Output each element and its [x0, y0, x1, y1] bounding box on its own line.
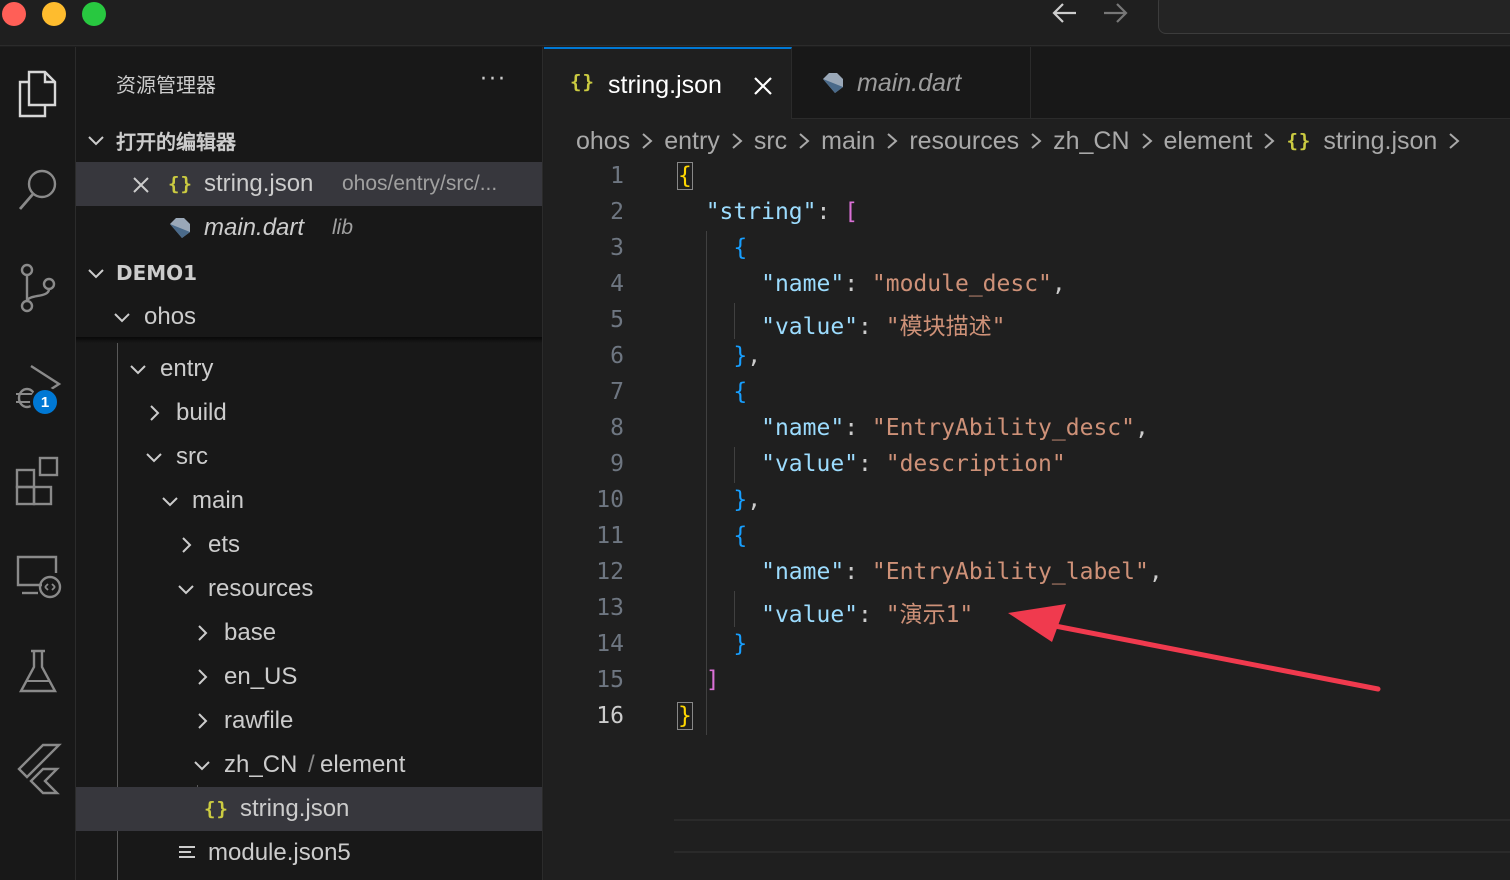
arrow-right-icon[interactable] [1100, 0, 1130, 28]
run-debug-icon[interactable]: 1 [0, 349, 76, 419]
sidebar-title: 资源管理器 [116, 73, 216, 97]
flutter-icon[interactable] [0, 733, 76, 803]
chevron-right-icon [150, 405, 160, 421]
tree-item-label: rawfile [224, 707, 294, 734]
more-actions-button[interactable]: ··· [480, 67, 507, 92]
open-editor-item-string-json[interactable]: {} string.json ohos/entry/src/... [76, 162, 542, 206]
tree-item-label: zh_CN [224, 751, 298, 778]
close-window-button[interactable] [2, 2, 26, 26]
open-editor-item-main-dart[interactable]: main.dart lib [76, 206, 542, 250]
chevron-right-icon [182, 537, 192, 553]
chevron-down-icon [114, 313, 130, 323]
source-control-icon[interactable] [0, 253, 76, 323]
chevron-down-icon [194, 761, 210, 771]
tree-item-ets[interactable]: ets [76, 523, 542, 567]
tree-item-label: resources [208, 575, 314, 602]
json-file-icon: {} [204, 798, 229, 820]
debug-badge: 1 [30, 387, 60, 417]
chevron-right-icon [198, 669, 208, 685]
tree-item-base[interactable]: base [76, 611, 542, 655]
tree-item-label-2: element [320, 751, 406, 778]
tree-item-label: main [192, 487, 245, 514]
tree-item-main[interactable]: main [76, 479, 542, 523]
open-editor-filename: main.dart [204, 214, 305, 241]
tree-item-label: string.json [240, 795, 350, 822]
workspace-header[interactable]: DEMO1 [76, 251, 542, 295]
search-icon[interactable] [0, 155, 76, 225]
chevron-right-icon [198, 625, 208, 641]
maximize-window-button[interactable] [82, 2, 106, 26]
compact-folder-separator: / [308, 751, 315, 778]
activity-bar: 1 [0, 47, 76, 880]
tree-item-label: ets [208, 531, 241, 558]
extensions-icon[interactable] [0, 445, 76, 515]
explorer-sidebar: 资源管理器 ··· 打开的编辑器 {} string.json ohos/ent… [76, 47, 543, 880]
tree-item-rawfile[interactable]: rawfile [76, 699, 542, 743]
tree-item-label: en_US [224, 663, 298, 690]
open-editor-path: lib [332, 216, 354, 239]
tree-item-en-us[interactable]: en_US [76, 655, 542, 699]
annotation-arrow-icon [1008, 604, 1381, 692]
tree-item-entry[interactable]: entry [76, 347, 542, 391]
tree-item-label: ohos [144, 303, 197, 330]
open-editors-label: 打开的编辑器 [116, 129, 236, 154]
json-file-icon: {} [168, 173, 193, 195]
sticky-scroll-shadow [76, 337, 542, 343]
minimize-window-button[interactable] [42, 2, 66, 26]
settings-file-icon [179, 846, 195, 858]
explorer-icon[interactable] [0, 59, 76, 129]
tree-item-label: base [224, 619, 277, 646]
arrow-left-icon[interactable] [1050, 0, 1080, 28]
chevron-down-icon [162, 497, 178, 507]
chevron-down-icon [178, 585, 194, 595]
tree-item-resources[interactable]: resources [76, 567, 542, 611]
remote-explorer-icon[interactable] [0, 541, 76, 611]
tree-item-ohos[interactable]: ohos [76, 295, 542, 339]
open-editors-header[interactable]: 打开的编辑器 [76, 118, 542, 162]
chevron-down-icon [130, 365, 146, 375]
testing-icon[interactable] [0, 637, 76, 707]
tree-item-label: entry [160, 355, 214, 382]
tree-item-module-json5[interactable]: module.json5 [76, 831, 542, 875]
chevron-down-icon [88, 136, 104, 146]
chevron-down-icon [88, 269, 104, 279]
tree-item-string-json[interactable]: {} string.json [76, 787, 542, 831]
workspace-label: DEMO1 [116, 261, 198, 285]
tree-item-label: build [176, 399, 227, 426]
tree-item-build[interactable]: build [76, 391, 542, 435]
open-editor-path: ohos/entry/src/... [342, 172, 498, 195]
dart-icon [170, 218, 190, 238]
chevron-down-icon [146, 453, 162, 463]
tree-item-label: src [176, 443, 208, 470]
chevron-right-icon [198, 713, 208, 729]
tree-item-label: module.json5 [208, 839, 351, 866]
editor-area: {} string.json main.dart ohos entry src … [544, 47, 1510, 880]
command-center-search[interactable] [1158, 0, 1510, 34]
tree-item-zh-cn-element[interactable]: zh_CN / element [76, 743, 542, 787]
tree-item-src[interactable]: src [76, 435, 542, 479]
title-bar [0, 0, 1510, 46]
close-icon[interactable] [130, 174, 152, 196]
open-editor-filename: string.json [204, 170, 314, 197]
